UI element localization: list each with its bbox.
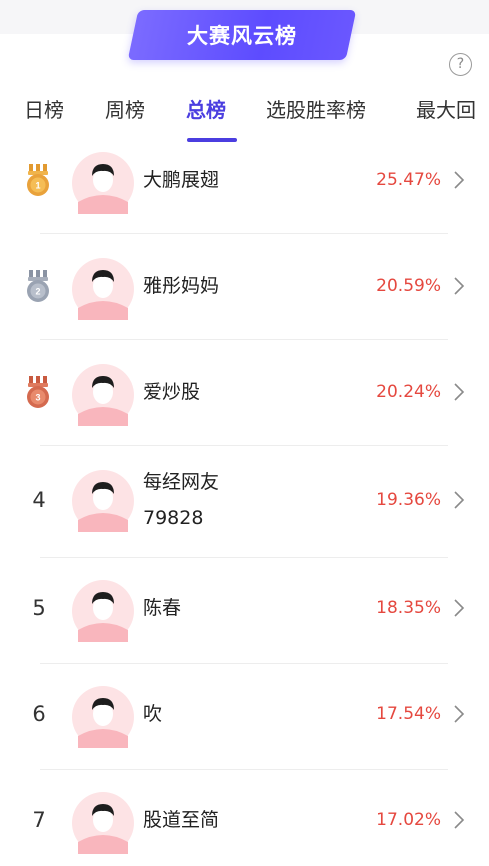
user-name: 吹 (143, 703, 163, 725)
divider (40, 445, 448, 446)
chevron-right-icon (454, 599, 465, 617)
svg-text:3: 3 (35, 393, 40, 403)
tab-bar: 日榜 周榜 总榜 选股胜率榜 最大回 (0, 92, 489, 142)
ranking-page: 大赛风云榜 ? 日榜 周榜 总榜 选股胜率榜 最大回 1 大鹏展翅 25.47% (0, 0, 489, 866)
active-tab-indicator (187, 138, 237, 142)
chevron-right-icon (454, 171, 465, 189)
tab-total[interactable]: 总榜 (186, 92, 226, 128)
rank-number: 7 (32, 808, 46, 832)
avatar (72, 364, 134, 426)
ranking-row[interactable]: 2 雅彤妈妈 20.59% (0, 256, 489, 340)
chevron-right-icon (454, 491, 465, 509)
tab-weekly[interactable]: 周榜 (105, 92, 145, 128)
user-name: 大鹏展翅 (143, 169, 220, 191)
chevron-right-icon (454, 705, 465, 723)
ranking-row[interactable]: 4 每经网友 79828 19.36% (0, 466, 489, 558)
avatar (72, 470, 134, 532)
tab-max-drawdown[interactable]: 最大回 (416, 92, 476, 128)
ranking-row[interactable]: 5 陈春 18.35% (0, 578, 489, 662)
chevron-right-icon (454, 811, 465, 829)
ranking-row[interactable]: 7 股道至简 17.02% (0, 790, 489, 866)
yield-rate: 17.54% (376, 704, 441, 724)
user-name-line1: 每经网友 (143, 471, 220, 493)
page-title: 大赛风云榜 (187, 24, 297, 48)
avatar (72, 258, 134, 320)
user-name: 爱炒股 (143, 381, 201, 403)
chevron-right-icon (454, 277, 465, 295)
tab-win-rate[interactable]: 选股胜率榜 (266, 92, 366, 128)
yield-rate: 25.47% (376, 170, 441, 190)
divider (40, 769, 448, 770)
rank-number: 6 (32, 702, 46, 726)
user-name: 股道至简 (143, 809, 220, 831)
yield-rate: 18.35% (376, 598, 441, 618)
svg-text:2: 2 (35, 287, 40, 297)
user-name: 陈春 (143, 597, 182, 619)
divider (40, 233, 448, 234)
ranking-row[interactable]: 6 吹 17.54% (0, 684, 489, 768)
ranking-row[interactable]: 3 爱炒股 20.24% (0, 362, 489, 446)
divider (40, 663, 448, 664)
help-icon[interactable]: ? (449, 53, 472, 76)
divider (40, 339, 448, 340)
ranking-row[interactable]: 1 大鹏展翅 25.47% (0, 150, 489, 234)
avatar (72, 580, 134, 642)
user-name: 雅彤妈妈 (143, 275, 220, 297)
avatar (72, 686, 134, 748)
yield-rate: 20.24% (376, 382, 441, 402)
tab-daily[interactable]: 日榜 (24, 92, 64, 128)
yield-rate: 19.36% (376, 490, 441, 510)
avatar (72, 792, 134, 854)
chevron-right-icon (454, 383, 465, 401)
yield-rate: 17.02% (376, 810, 441, 830)
yield-rate: 20.59% (376, 276, 441, 296)
rank-number: 4 (32, 488, 46, 512)
svg-text:1: 1 (35, 181, 40, 191)
bronze-medal-icon: 3 (27, 376, 49, 408)
divider (40, 557, 448, 558)
user-name-line2: 79828 (143, 507, 204, 529)
rank-number: 5 (32, 596, 46, 620)
gold-medal-icon: 1 (27, 164, 49, 196)
avatar (72, 152, 134, 214)
silver-medal-icon: 2 (27, 270, 49, 302)
